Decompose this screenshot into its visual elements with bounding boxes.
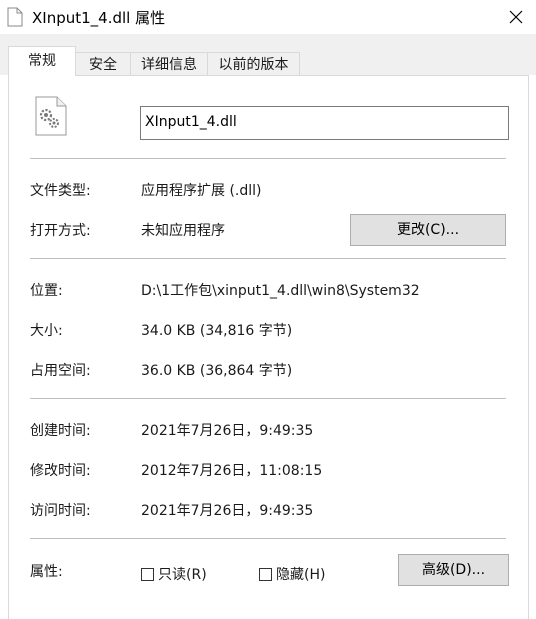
- readonly-label: 只读(R): [158, 567, 207, 583]
- location-label: 位置:: [30, 283, 63, 299]
- created-value: 2021年7月26日，9:49:35: [141, 423, 314, 439]
- dll-gear-file-icon: [35, 96, 67, 136]
- opens-with-label: 打开方式:: [30, 223, 91, 239]
- readonly-checkbox-box[interactable]: [141, 567, 154, 581]
- hidden-checkbox-box[interactable]: [259, 567, 272, 581]
- tab-general[interactable]: 常规: [8, 46, 76, 76]
- file-icon: [7, 7, 23, 27]
- created-label: 创建时间:: [30, 423, 91, 439]
- window-title: XInput1_4.dll 属性: [32, 9, 166, 27]
- file-name-input[interactable]: XInput1_4.dll: [140, 106, 509, 140]
- hidden-checkbox[interactable]: 隐藏(H): [259, 564, 325, 584]
- tab-security[interactable]: 安全: [75, 52, 131, 76]
- modified-value: 2012年7月26日，11:08:15: [141, 463, 323, 479]
- separator: [30, 398, 506, 399]
- readonly-checkbox[interactable]: 只读(R): [141, 564, 207, 584]
- file-type-value: 应用程序扩展 (.dll): [141, 183, 262, 199]
- modified-label: 修改时间:: [30, 463, 91, 479]
- location-value: D:\1工作包\xinput1_4.dll\win8\System32: [141, 283, 420, 299]
- size-on-disk-label: 占用空间:: [30, 363, 91, 379]
- advanced-button[interactable]: 高级(D)...: [398, 554, 509, 586]
- title-bar: XInput1_4.dll 属性: [0, 0, 536, 34]
- hidden-label: 隐藏(H): [276, 567, 326, 583]
- change-button[interactable]: 更改(C)...: [350, 214, 506, 246]
- tab-previous-versions[interactable]: 以前的版本: [207, 52, 300, 76]
- separator: [30, 258, 506, 259]
- close-button[interactable]: [496, 0, 536, 34]
- opens-with-value: 未知应用程序: [141, 223, 225, 239]
- size-on-disk-value: 36.0 KB (36,864 字节): [141, 363, 293, 379]
- tab-details[interactable]: 详细信息: [130, 52, 208, 76]
- separator: [30, 538, 506, 539]
- close-icon: [509, 10, 523, 24]
- size-label: 大小:: [30, 323, 63, 339]
- attributes-label: 属性:: [30, 564, 63, 580]
- accessed-label: 访问时间:: [30, 503, 91, 519]
- separator: [30, 158, 506, 159]
- accessed-value: 2021年7月26日，9:49:35: [141, 503, 314, 519]
- file-type-label: 文件类型:: [30, 183, 91, 199]
- size-value: 34.0 KB (34,816 字节): [141, 323, 293, 339]
